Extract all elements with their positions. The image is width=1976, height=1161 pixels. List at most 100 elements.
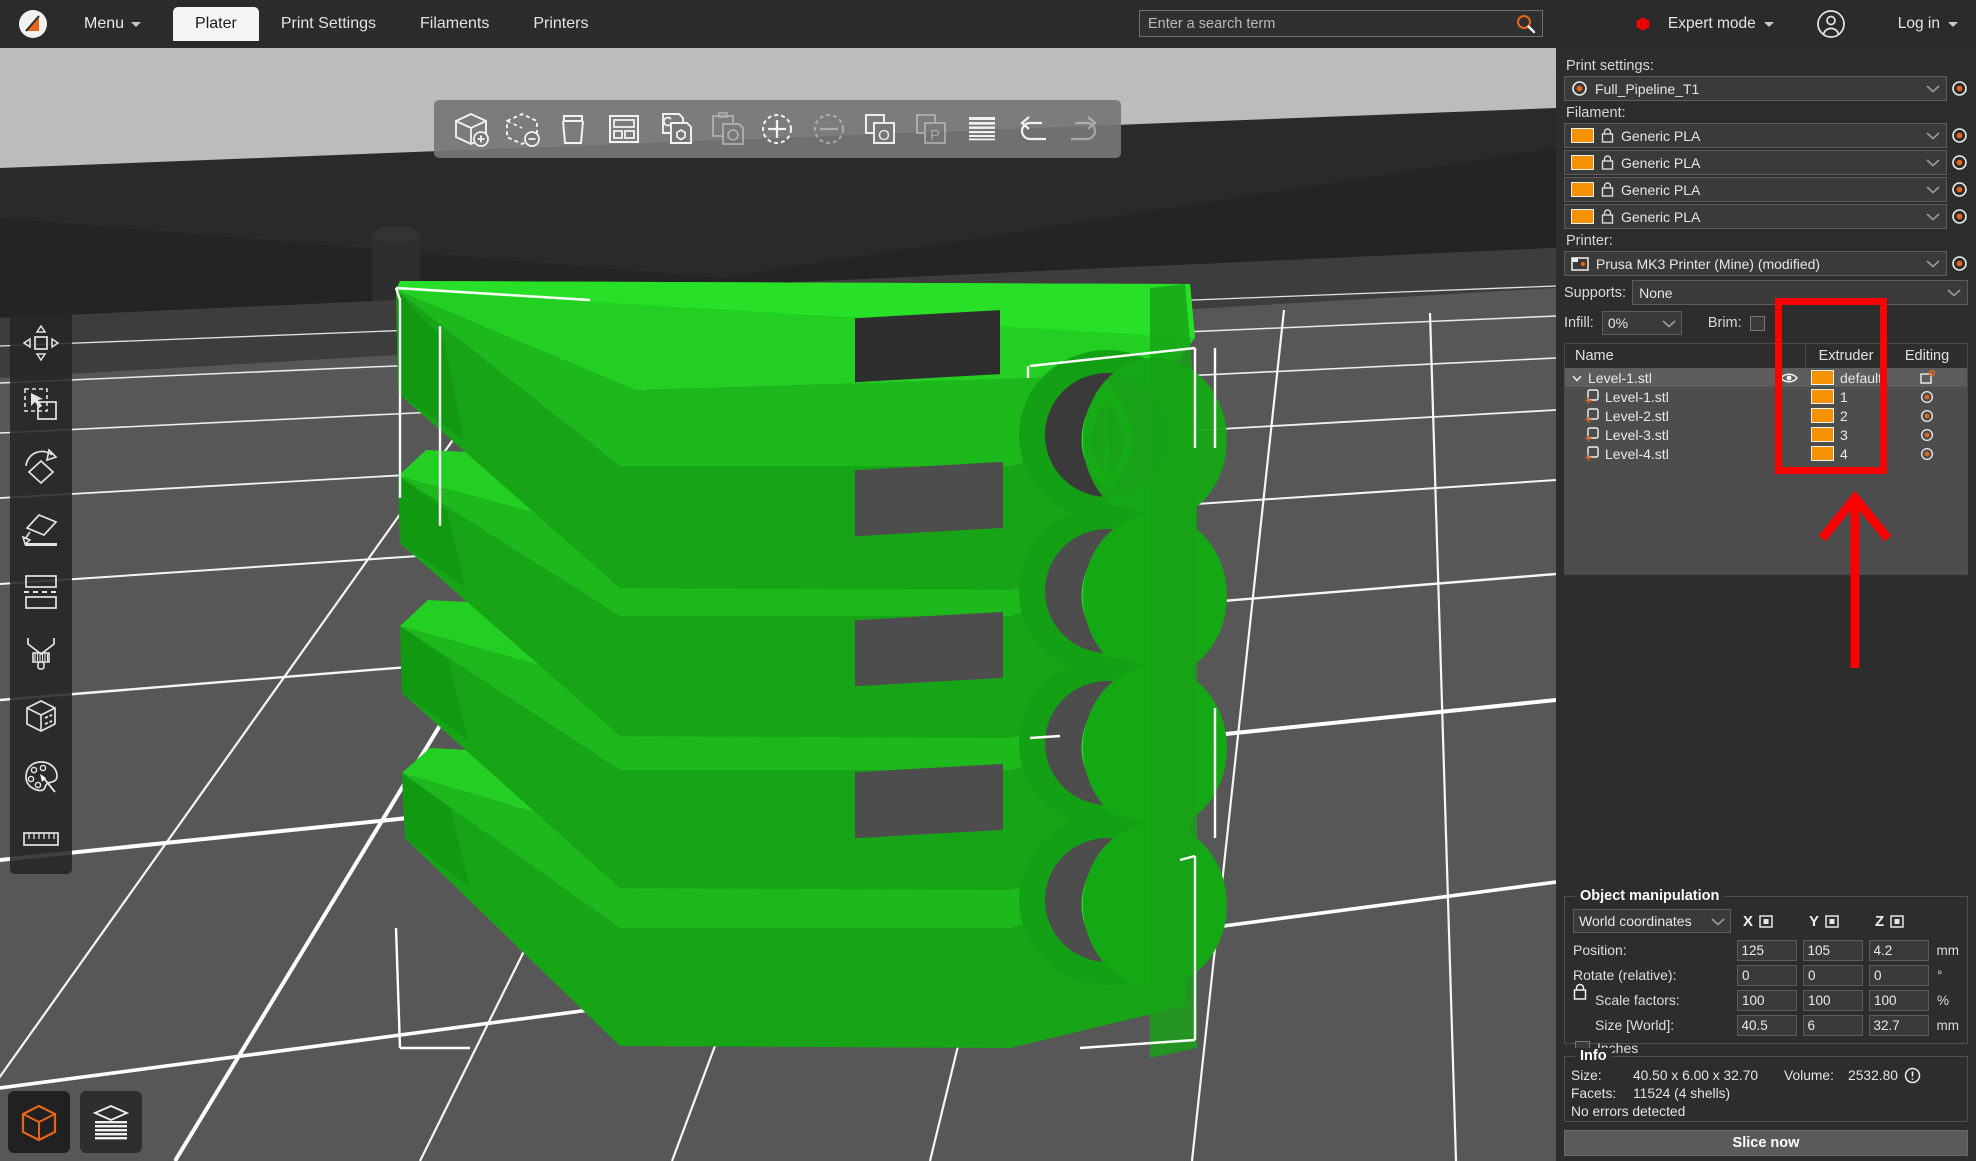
extruder-cell[interactable]: 1 (1805, 389, 1887, 405)
editing-cell[interactable] (1887, 390, 1967, 404)
mode-selector[interactable]: Expert mode (1636, 15, 1774, 33)
tab-printers[interactable]: Printers (511, 7, 610, 41)
remove-instance-button[interactable] (806, 106, 852, 152)
gear-icon[interactable] (1920, 428, 1934, 442)
size-z-input[interactable] (1868, 1014, 1929, 1036)
extruder-cell[interactable]: 2 (1805, 408, 1887, 424)
rotate-y-input[interactable] (1803, 964, 1863, 986)
seam-paint-gizmo[interactable] (13, 684, 69, 746)
print-settings-combo[interactable]: Full_Pipeline_T1 (1564, 76, 1947, 101)
object-name-cell[interactable]: Level-3.stl (1565, 427, 1773, 443)
object-list[interactable]: Name Extruder Editing Level-1.stl defaul… (1564, 343, 1968, 575)
delete-all-button[interactable] (550, 106, 596, 152)
editing-cell[interactable] (1887, 370, 1967, 385)
filament-combo-1[interactable]: Generic PLA (1564, 123, 1947, 148)
extruder-cell[interactable]: 3 (1805, 427, 1887, 443)
rotate-x-input[interactable] (1737, 964, 1797, 986)
info-exclamation-icon[interactable] (1904, 1067, 1921, 1084)
filament-combo-3[interactable]: Generic PLA (1564, 177, 1947, 202)
scale-x-input[interactable] (1737, 989, 1797, 1011)
gear-icon[interactable] (1920, 390, 1934, 404)
object-name-cell[interactable]: Level-2.stl (1565, 408, 1773, 424)
variable-layer-height-button[interactable] (959, 106, 1005, 152)
eye-icon[interactable] (1780, 372, 1798, 384)
tab-print-settings[interactable]: Print Settings (259, 7, 398, 41)
filament-combo-4[interactable]: Generic PLA (1564, 204, 1947, 229)
object-name-cell[interactable]: Level-1.stl (1565, 389, 1773, 405)
object-name-cell[interactable]: Level-4.stl (1565, 446, 1773, 462)
table-row[interactable]: Level-1.stl 1 (1565, 387, 1967, 406)
filament-edit-icon[interactable] (1951, 127, 1968, 144)
tab-filaments[interactable]: Filaments (398, 7, 511, 41)
object-name-cell[interactable]: Level-1.stl (1565, 370, 1773, 386)
filament-edit-icon[interactable] (1951, 208, 1968, 225)
split-to-parts-button[interactable]: P (908, 106, 954, 152)
table-row[interactable]: Level-4.stl 4 (1565, 444, 1967, 463)
copy-button[interactable] (652, 106, 698, 152)
place-on-face-gizmo[interactable] (13, 498, 69, 560)
printer-combo[interactable]: Prusa MK3 Printer (Mine) (modified) (1564, 251, 1947, 276)
add-instance-button[interactable] (754, 106, 800, 152)
split-to-objects-button[interactable]: O (857, 106, 903, 152)
scale-gizmo[interactable] (13, 374, 69, 436)
scale-z-input[interactable] (1869, 989, 1929, 1011)
preview-view-button[interactable] (80, 1091, 142, 1153)
filament-edit-icon[interactable] (1951, 154, 1968, 171)
scale-y-input[interactable] (1803, 989, 1863, 1011)
table-row[interactable]: Level-1.stl default (1565, 368, 1967, 387)
arrange-button[interactable] (601, 106, 647, 152)
user-avatar-icon[interactable] (1816, 9, 1846, 39)
table-row[interactable]: Level-3.stl 3 (1565, 425, 1967, 444)
rotate-gizmo[interactable] (13, 436, 69, 498)
editing-cell[interactable] (1887, 447, 1967, 461)
search-box[interactable] (1139, 10, 1543, 37)
filament-edit-icon[interactable] (1951, 181, 1968, 198)
object-settings-icon[interactable] (1919, 370, 1935, 385)
tab-plater[interactable]: Plater (173, 7, 259, 41)
extruder-cell[interactable]: default (1805, 370, 1887, 386)
rotate-z-input[interactable] (1869, 964, 1929, 986)
filament-combo-2[interactable]: Generic PLA (1564, 150, 1947, 175)
add-object-button[interactable] (448, 106, 494, 152)
printer-edit-icon[interactable] (1951, 255, 1968, 272)
login-button[interactable]: Log in (1898, 15, 1958, 33)
search-icon[interactable] (1515, 13, 1537, 35)
print-settings-edit-icon[interactable] (1951, 80, 1968, 97)
editor-view-button[interactable] (8, 1091, 70, 1153)
redo-button[interactable] (1061, 106, 1107, 152)
cut-gizmo[interactable] (13, 560, 69, 622)
position-y-input[interactable] (1802, 939, 1863, 961)
prusa-logo-icon[interactable] (18, 9, 48, 39)
mirror-x-icon[interactable] (1759, 914, 1773, 928)
slice-now-button[interactable]: Slice now (1564, 1130, 1968, 1156)
gear-icon[interactable] (1920, 447, 1934, 461)
mmu-paint-gizmo[interactable] (13, 746, 69, 808)
measure-gizmo[interactable] (13, 808, 69, 870)
mirror-z-icon[interactable] (1890, 914, 1904, 928)
supports-combo[interactable]: None (1632, 280, 1968, 305)
size-y-input[interactable] (1802, 1014, 1863, 1036)
support-paint-gizmo[interactable] (13, 622, 69, 684)
coordinate-system-combo[interactable]: World coordinates (1573, 909, 1731, 933)
position-z-input[interactable] (1868, 939, 1929, 961)
infill-combo[interactable]: 0% (1601, 311, 1682, 335)
chevron-down-icon[interactable] (1571, 372, 1583, 384)
delete-object-button[interactable] (499, 106, 545, 152)
move-gizmo[interactable] (13, 312, 69, 374)
mirror-y-icon[interactable] (1825, 914, 1839, 928)
menu-button[interactable]: Menu (74, 9, 151, 39)
uniform-scale-lock-icon[interactable] (1573, 983, 1587, 1000)
gear-icon[interactable] (1920, 409, 1934, 423)
search-input[interactable] (1140, 15, 1515, 32)
3d-viewport[interactable]: O P (0, 48, 1556, 1161)
editing-cell[interactable] (1887, 428, 1967, 442)
paste-button[interactable] (703, 106, 749, 152)
position-x-input[interactable] (1736, 939, 1797, 961)
undo-button[interactable] (1010, 106, 1056, 152)
table-row[interactable]: Level-2.stl 2 (1565, 406, 1967, 425)
visibility-cell[interactable] (1773, 372, 1805, 384)
editing-cell[interactable] (1887, 409, 1967, 423)
extruder-cell[interactable]: 4 (1805, 446, 1887, 462)
brim-checkbox[interactable] (1749, 315, 1765, 331)
size-x-input[interactable] (1736, 1014, 1797, 1036)
